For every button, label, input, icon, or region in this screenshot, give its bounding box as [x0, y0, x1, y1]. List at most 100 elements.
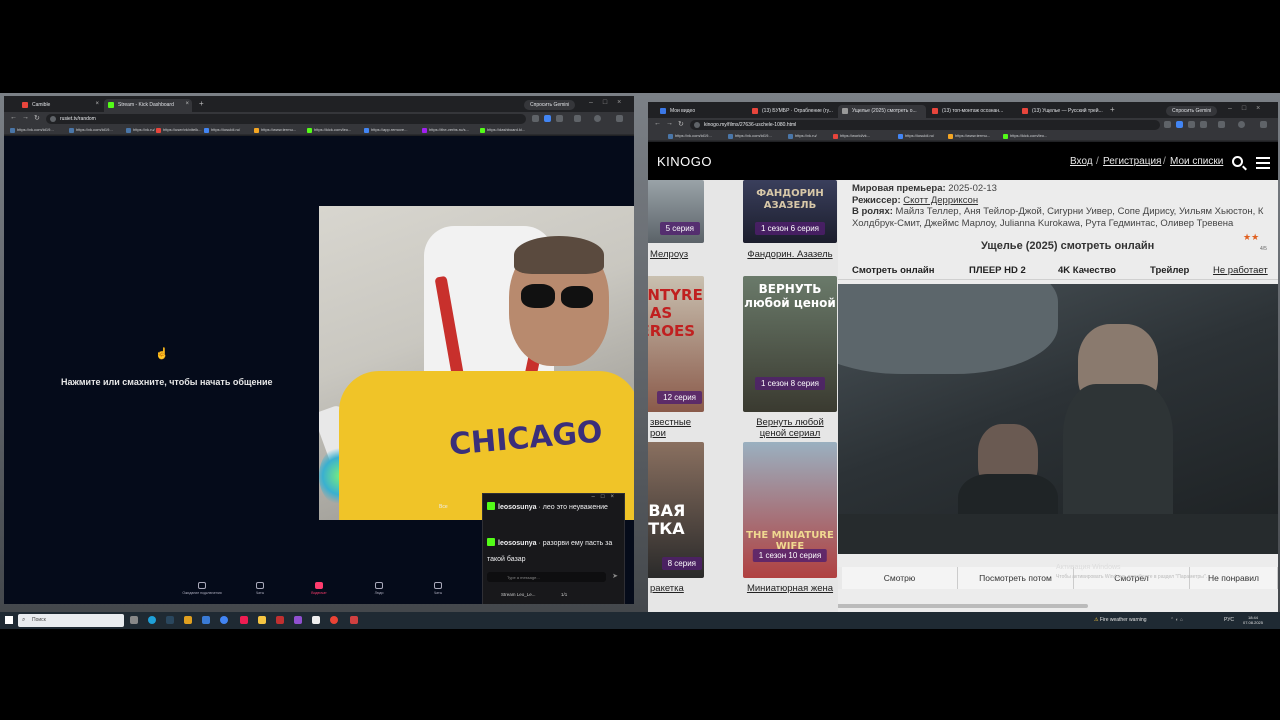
site-logo[interactable]: KINOGO — [657, 154, 712, 169]
extension-icon[interactable] — [1176, 121, 1183, 128]
site-info-icon[interactable] — [50, 116, 56, 122]
bookmark[interactable]: https://vk.com/id19... — [10, 127, 54, 133]
register-link[interactable]: Регистрация — [1103, 156, 1161, 167]
bookmark[interactable]: https://iosuldi.ru/ — [204, 127, 240, 133]
forward-icon[interactable]: → — [666, 120, 673, 127]
bookmark[interactable]: https://dashboard.ki... — [480, 127, 525, 133]
poster[interactable]: ВЕРНУТЬ любой ценой 1 сезон 8 серия — [743, 276, 837, 412]
bookmark[interactable]: https://vk.com/id19... — [69, 127, 113, 133]
app-icon[interactable] — [350, 616, 358, 624]
back-icon[interactable]: ← — [654, 120, 661, 127]
poster-caption[interactable]: Фандорин. Азазель — [743, 249, 837, 260]
tiktok-icon[interactable] — [240, 616, 248, 624]
url-field[interactable]: rusiet.tv/random — [46, 114, 526, 124]
menu-icon[interactable] — [1260, 121, 1267, 128]
bookmark[interactable]: https://iosuldi.ru/ — [898, 133, 934, 139]
poster[interactable]: РВАЯ ЕТКА 8 серия — [648, 442, 704, 578]
profile-icon[interactable] — [594, 115, 601, 122]
camera-label[interactable]: Все — [439, 504, 448, 510]
zoom-icon[interactable] — [1164, 121, 1171, 128]
gemini-button[interactable]: Спросить Gemini — [524, 100, 576, 110]
tab-not-working[interactable]: Не работает — [1213, 265, 1268, 276]
hamburger-menu-icon[interactable] — [1256, 157, 1270, 169]
app-icon[interactable] — [294, 616, 302, 624]
nav-people[interactable]: Люди — [354, 582, 404, 595]
bookmark[interactable]: https://kick.com/leo... — [307, 127, 351, 133]
tab[interactable]: (13) БУМБР · Ограбление (гу... — [748, 105, 836, 118]
close-tab-icon[interactable]: × — [95, 101, 99, 107]
director-link[interactable]: Скотт Дерриксон — [903, 195, 978, 206]
poster-caption[interactable]: звестные рои — [650, 417, 705, 439]
window-controls[interactable]: –□× — [1228, 105, 1270, 112]
extensions-icon[interactable] — [1218, 121, 1225, 128]
language-indicator[interactable]: РУС — [1224, 617, 1234, 623]
site-info-icon[interactable] — [694, 122, 700, 128]
send-icon[interactable]: ➤ — [612, 572, 618, 580]
tab[interactable]: Мои видео — [656, 105, 746, 118]
edge-icon[interactable] — [148, 616, 156, 624]
back-icon[interactable]: ← — [10, 114, 17, 121]
taskbar-search[interactable]: ⌕ Поиск — [18, 614, 124, 627]
chat-input[interactable]: Type a message... — [487, 572, 606, 582]
tab-4k[interactable]: 4K Качество — [1058, 265, 1116, 276]
star-icon[interactable] — [556, 115, 563, 122]
extension-icon[interactable] — [544, 115, 551, 122]
poster[interactable]: ACINTYRE AS HEROES 12 серия — [648, 276, 704, 412]
tab[interactable]: (13) топ-монтаж осознан... — [928, 105, 1016, 118]
url-field[interactable]: kinogo.my/films/27636-uschele-1080.html — [690, 120, 1160, 130]
star-icon[interactable] — [1200, 121, 1207, 128]
folder-icon[interactable] — [258, 616, 266, 624]
bookmark[interactable]: https://www.termu... — [948, 133, 990, 139]
app-icon[interactable] — [202, 616, 210, 624]
bookmark[interactable]: https://world/vk... — [833, 133, 870, 139]
chrome-icon[interactable] — [220, 616, 228, 624]
tab-player-hd2[interactable]: ПЛЕЕР HD 2 — [969, 265, 1026, 276]
window-controls[interactable]: –□× — [589, 99, 631, 106]
tab-camible[interactable]: Camible × — [18, 99, 102, 112]
poster[interactable]: ФАНДОРИН АЗАЗЕЛЬ 1 сезон 6 серия — [743, 180, 837, 243]
tab-watch-online[interactable]: Смотреть онлайн — [852, 265, 935, 276]
nav-videochat[interactable]: Видеочат — [294, 582, 344, 595]
extension-icon[interactable] — [1188, 121, 1195, 128]
task-view-icon[interactable] — [130, 616, 138, 624]
menu-icon[interactable] — [616, 115, 623, 122]
bookmark[interactable]: https://vk.ru/ — [126, 127, 155, 133]
reload-icon[interactable]: ↻ — [678, 120, 684, 128]
rating-stars-icon[interactable]: ★★ — [1243, 232, 1259, 243]
new-tab-button[interactable]: + — [199, 99, 204, 108]
bookmark[interactable]: https://the-verbs.ru/s... — [422, 127, 469, 133]
extensions-icon[interactable] — [574, 115, 581, 122]
new-tab-button[interactable]: + — [1110, 105, 1115, 114]
bookmark[interactable]: https://app.remove... — [364, 127, 407, 133]
start-chat-prompt[interactable]: Нажмите или смахните, чтобы начать общен… — [61, 377, 273, 387]
app-icon[interactable] — [184, 616, 192, 624]
forward-icon[interactable]: → — [22, 114, 29, 121]
search-icon[interactable] — [1232, 156, 1243, 167]
close-tab-icon[interactable]: × — [185, 101, 189, 107]
chrome-icon[interactable] — [330, 616, 338, 624]
my-lists-link[interactable]: Мои списки — [1170, 156, 1223, 167]
nav-waiting[interactable]: Ожидание подключения — [177, 582, 227, 595]
tab[interactable]: (13) Ущелье — Русский трей... — [1018, 105, 1106, 118]
tab-trailer[interactable]: Трейлер — [1150, 265, 1189, 276]
tray-icons[interactable]: ⌃ ◐ ⌂ — [1170, 617, 1183, 623]
bookmark[interactable]: https://vk.ru/ — [788, 133, 817, 139]
vote-watching-button[interactable]: Смотрю — [842, 567, 958, 589]
poster[interactable]: THE MINIATURE WIFE 1 сезон 10 серия — [743, 442, 837, 578]
horizontal-scrollbar[interactable] — [838, 604, 1088, 608]
poster-caption[interactable]: ракетка — [650, 583, 705, 594]
bookmark[interactable]: https://vk.com/id19... — [668, 133, 712, 139]
bookmark[interactable]: https://user/vk/vitelk... — [156, 127, 201, 133]
tab-kick-dashboard[interactable]: Stream - Kick Dashboard × — [104, 99, 192, 112]
app-icon[interactable] — [276, 616, 284, 624]
poster-caption[interactable]: Мелроуз — [650, 249, 710, 260]
poster-caption[interactable]: Вернуть любой ценой сериал — [743, 417, 837, 439]
bookmark[interactable]: https://vk.com/id19... — [728, 133, 772, 139]
weather-warning[interactable]: ⚠ Fire weather warning — [1094, 617, 1147, 623]
poster-caption[interactable]: Миниатюрная жена — [743, 583, 837, 594]
gemini-button[interactable]: Спросить Gemini — [1166, 106, 1218, 116]
tab-active-film[interactable]: Ущелье (2025) смотреть о... — [838, 105, 926, 118]
steam-icon[interactable] — [166, 616, 174, 624]
poster[interactable]: 5 серия — [648, 180, 704, 243]
bookmark[interactable]: https://www.termu... — [254, 127, 296, 133]
